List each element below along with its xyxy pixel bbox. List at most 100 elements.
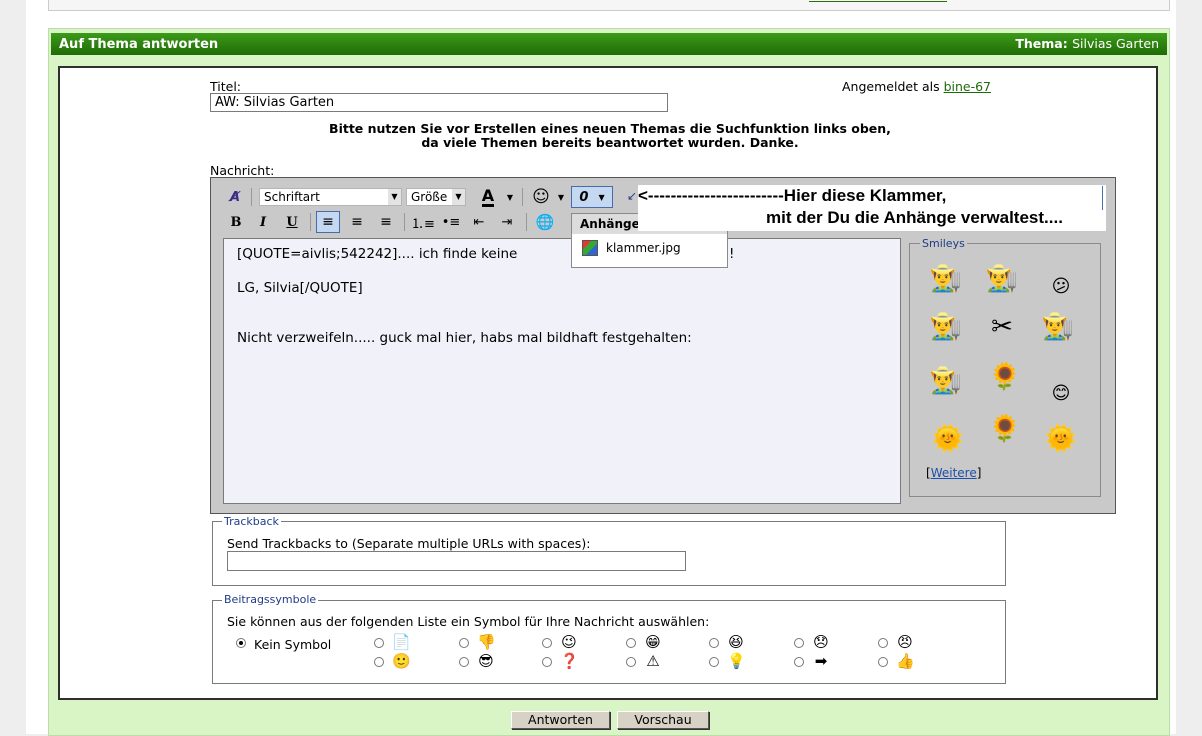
angry-icon: 😠 — [897, 633, 913, 651]
radio-icon[interactable] — [878, 638, 888, 648]
gardener-icon[interactable]: 👨‍🌾 — [982, 264, 1022, 294]
radio-icon[interactable] — [374, 638, 384, 648]
attachments-button[interactable]: 0 ▼ — [571, 186, 613, 208]
ordered-list-icon[interactable]: ⒈≡ — [411, 211, 435, 233]
top-link[interactable] — [809, 0, 947, 2]
radio-icon[interactable] — [626, 638, 636, 648]
outdent-icon[interactable]: ⇤ — [467, 211, 491, 233]
message-line: LG, Silvia[/QUOTE] — [237, 280, 363, 296]
grin-icon: 😁 — [645, 633, 661, 651]
size-select[interactable]: Größe ▼ — [406, 188, 466, 206]
thread-name: Silvias Garten — [1072, 36, 1159, 51]
font-select[interactable]: Schriftart ▼ — [259, 188, 402, 206]
thumbs-up-icon: 👍 — [896, 652, 915, 670]
panel-title: Auf Thema antworten — [59, 37, 219, 52]
message-line: [QUOTE=aivlis;542242].... ich finde kein… — [237, 246, 518, 262]
arrow-right-icon: ➡ — [814, 652, 828, 670]
thumbs-down-icon: 👎 — [477, 633, 496, 651]
align-right-icon[interactable]: ≡ — [374, 211, 398, 233]
toolbar-separator — [522, 188, 523, 206]
gardener-icon[interactable]: 👨‍🌾 — [926, 264, 966, 294]
smiley-dropdown-icon[interactable]: ▼ — [555, 188, 567, 206]
sun-icon[interactable]: 🌞 — [1041, 424, 1081, 454]
smileys-legend: Smileys — [920, 237, 967, 250]
warning-icon: ⚠ — [646, 652, 660, 670]
radio-icon[interactable] — [709, 657, 719, 667]
remove-format-icon[interactable]: A̸ — [224, 187, 246, 207]
title-label: Titel: — [210, 79, 241, 94]
pruning-shears-icon[interactable]: ✂ — [982, 312, 1022, 342]
radio-icon[interactable] — [459, 638, 469, 648]
radio-icon[interactable] — [878, 657, 888, 667]
document-icon: 📄 — [392, 633, 411, 651]
confused-icon[interactable]: 😕 — [1041, 272, 1081, 302]
toolbar-separator — [251, 188, 252, 206]
trackback-legend: Trackback — [222, 515, 281, 528]
radio-icon[interactable] — [542, 657, 552, 667]
title-input[interactable]: AW: Silvias Garten — [210, 93, 668, 112]
gardener-icon[interactable]: 👨‍🌾 — [926, 312, 966, 342]
cool-icon: 😎 — [478, 652, 494, 670]
insert-link-icon[interactable]: ↙ — [625, 186, 639, 206]
radio-icon[interactable] — [374, 657, 384, 667]
post-icons-legend: Beitragssymbole — [222, 593, 319, 606]
top-bar — [48, 0, 1170, 11]
message-label: Nachricht: — [210, 163, 275, 178]
sunflower-icon[interactable]: 🌻 — [985, 362, 1025, 392]
toolbar-separator — [404, 213, 405, 231]
logged-in-info: Angemeldet als bine-67 — [842, 79, 992, 94]
wink-icon: 😉 — [561, 633, 577, 651]
annotation-callout: <------------------------Hier diese Klam… — [638, 185, 1106, 231]
attachment-filename: klammer.jpg — [606, 241, 681, 255]
radio-icon[interactable] — [459, 657, 469, 667]
radio-icon[interactable] — [542, 638, 552, 648]
sad-icon: 😞 — [813, 633, 829, 651]
toolbar-separator — [310, 213, 311, 231]
insert-link-globe-icon[interactable]: 🌐 — [532, 211, 558, 233]
more-smileys: [Weitere] — [926, 466, 982, 480]
radio-icon[interactable] — [794, 657, 804, 667]
indent-icon[interactable]: ⇥ — [495, 211, 519, 233]
lightbulb-icon: 💡 — [727, 652, 746, 670]
trackback-input[interactable] — [227, 551, 686, 571]
text-color-dropdown-icon[interactable]: ▼ — [504, 188, 516, 206]
sunflower-icon[interactable]: 🌻 — [985, 414, 1025, 444]
more-smileys-link[interactable]: Weitere — [931, 466, 977, 480]
gardener-icon[interactable]: 👨‍🌾 — [926, 366, 966, 396]
trackback-label: Send Trackbacks to (Separate multiple UR… — [227, 536, 591, 551]
radio-icon[interactable] — [709, 638, 719, 648]
chevron-down-icon: ▼ — [598, 192, 605, 202]
message-line: ! — [729, 246, 735, 262]
username-link[interactable]: bine-67 — [944, 79, 991, 94]
submit-button[interactable]: Antworten — [511, 711, 610, 729]
unordered-list-icon[interactable]: •≡ — [439, 211, 463, 233]
bold-button[interactable]: B — [225, 212, 247, 232]
panel-header: Auf Thema antworten Thema: Silvias Garte… — [51, 33, 1167, 55]
no-icon-label: Kein Symbol — [254, 637, 332, 652]
smile-icon: 🙂 — [392, 652, 411, 670]
underline-button[interactable]: U — [281, 212, 303, 232]
post-icons-label: Sie können aus der folgenden Liste ein S… — [227, 614, 710, 629]
italic-button[interactable]: I — [252, 212, 274, 232]
radio-no-icon[interactable] — [236, 638, 246, 648]
text-color-icon: A — [481, 185, 495, 207]
message-line: Nicht verzweifeln..... guck mal hier, ha… — [237, 330, 692, 346]
gardener-icon[interactable]: 👨‍🌾 — [1038, 312, 1078, 342]
radio-icon[interactable] — [626, 657, 636, 667]
smiley-icon[interactable]: ☺ — [529, 186, 553, 208]
paperclip-icon: 0 — [579, 189, 589, 205]
align-center-icon[interactable]: ≡ — [345, 211, 369, 233]
message-textarea[interactable]: [QUOTE=aivlis;542242].... ich finde kein… — [223, 238, 901, 504]
question-icon: ❓ — [560, 652, 579, 670]
sun-icon[interactable]: 🌞 — [928, 424, 968, 454]
toolbar-separator — [526, 213, 527, 231]
text-color-button[interactable]: A — [474, 186, 502, 208]
image-file-icon — [582, 240, 598, 256]
attachment-item[interactable]: klammer.jpg — [582, 240, 681, 256]
preview-button[interactable]: Vorschau — [617, 711, 709, 729]
radio-icon[interactable] — [794, 638, 804, 648]
align-left-icon[interactable]: ≡ — [316, 211, 340, 233]
laugh-icon: 😆 — [728, 633, 744, 651]
smile-icon[interactable]: 😊 — [1041, 379, 1081, 409]
search-notice: Bitte nutzen Sie vor Erstellen eines neu… — [329, 121, 891, 150]
